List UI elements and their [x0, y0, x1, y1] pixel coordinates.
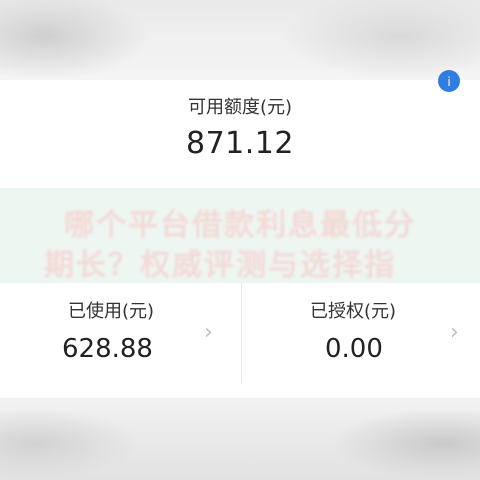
blur-shade-right: [330, 408, 480, 480]
watermark-banner: 哪个平台借款利息最低分 期长？权威评测与选择指: [0, 188, 480, 283]
blurred-header-area: [0, 0, 480, 80]
blur-shade-right: [280, 0, 480, 80]
blurred-footer-area: [0, 398, 480, 480]
blur-shade-left: [0, 0, 150, 80]
authorized-amount-value[interactable]: 0.00: [325, 334, 383, 364]
info-icon-glyph: i: [447, 75, 451, 89]
watermark-text-line-2: 期长？权威评测与选择指: [44, 248, 396, 283]
authorized-amount-label[interactable]: 已授权(元): [310, 297, 396, 323]
stats-divider: [241, 283, 242, 383]
chevron-right-icon[interactable]: ›: [450, 322, 459, 344]
chevron-right-icon[interactable]: ›: [204, 322, 213, 344]
credit-overview-screen: i 可用额度(元) 871.12 哪个平台借款利息最低分 期长？权威评测与选择指…: [0, 0, 480, 480]
available-credit-label: 可用额度(元): [187, 97, 293, 118]
used-amount-label[interactable]: 已使用(元): [68, 297, 154, 323]
info-icon[interactable]: i: [438, 70, 460, 92]
used-amount-value[interactable]: 628.88: [62, 334, 153, 364]
blur-shade-left: [0, 408, 140, 480]
available-credit-value: 871.12: [186, 126, 294, 161]
watermark-text-line-1: 哪个平台借款利息最低分: [64, 208, 416, 243]
